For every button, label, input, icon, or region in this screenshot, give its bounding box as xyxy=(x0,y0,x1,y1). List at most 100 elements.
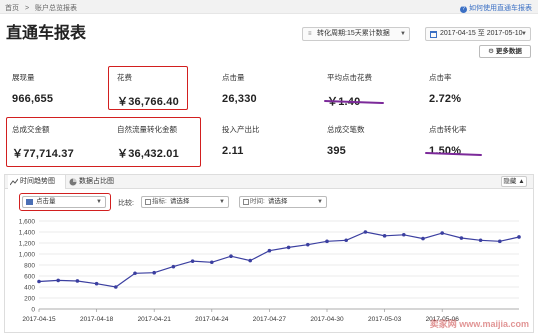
help-link[interactable]: ? 如何使用直通车报表 xyxy=(460,3,532,13)
metric-value: 395 xyxy=(327,145,346,157)
metric-value: ￥36,766.40 xyxy=(117,96,179,108)
trend-line-chart: 0 200 400 600 800 1,000 1,200 1,400 1,600 2017-04… xyxy=(19,219,521,323)
compare-index-key: 指标: xyxy=(152,198,167,205)
metric-label: 点击率 xyxy=(429,73,452,82)
metric-label: 平均点击花费 xyxy=(327,73,372,82)
data-point xyxy=(363,230,368,234)
metric-value: 2.11 xyxy=(222,145,244,157)
checkbox-icon xyxy=(145,199,151,205)
y-tick-label: 800 xyxy=(24,263,35,270)
data-point xyxy=(210,260,214,265)
x-tick-label: 2017-04-24 xyxy=(195,316,229,323)
more-data-button[interactable]: ⚙ 更多数据 xyxy=(479,45,531,58)
x-tick-label: 2017-04-21 xyxy=(138,316,172,323)
date-range-value: 2017-04-15 至 2017-05-10 xyxy=(440,30,523,37)
series-line xyxy=(38,231,520,288)
data-point xyxy=(402,232,406,237)
calendar-icon xyxy=(430,31,437,38)
chevron-down-icon: ▼ xyxy=(317,199,323,205)
chevron-down-icon: ▼ xyxy=(96,199,102,205)
breadcrumb-separator: > xyxy=(24,5,30,12)
metric-label: 点击转化率 xyxy=(429,125,467,134)
metric-clicks[interactable]: 点击量 26,330 xyxy=(222,72,257,105)
compare-time-key: 时间: xyxy=(250,198,265,205)
metric-total-gmv[interactable]: 总成交金额 ￥77,714.37 xyxy=(12,124,74,161)
metric-label: 总成交金额 xyxy=(12,125,50,134)
data-point xyxy=(94,281,99,286)
metric-label: 花费 xyxy=(117,73,132,82)
data-point xyxy=(421,236,425,241)
metric-select[interactable]: 点击量 ▼ xyxy=(22,196,106,208)
data-point xyxy=(114,285,118,289)
hide-chart-label: 隐藏 xyxy=(503,178,517,185)
data-point xyxy=(498,239,502,244)
page-title: 直通车报表 xyxy=(6,25,87,42)
metric-value: ￥77,714.37 xyxy=(12,148,74,160)
x-tick-label: 2017-04-27 xyxy=(253,316,287,323)
list-icon: ≡ xyxy=(308,31,312,37)
data-point xyxy=(248,258,252,263)
chevron-down-icon: ▼ xyxy=(219,199,225,205)
metric-select-value: 点击量 xyxy=(36,198,56,205)
metric-total-orders[interactable]: 总成交笔数 395 xyxy=(327,124,365,157)
compare-time-select[interactable]: 时间: 请选择 ▼ xyxy=(239,196,327,208)
compare-label: 比较: xyxy=(118,200,134,207)
compare-index-select[interactable]: 指标: 请选择 ▼ xyxy=(141,196,229,208)
chevron-down-icon: ▼ xyxy=(521,31,527,37)
data-point xyxy=(37,279,41,284)
metric-value: ￥36,432.01 xyxy=(117,148,179,160)
tab-data-share-label: 数据占比图 xyxy=(79,178,114,185)
conversion-cycle-value: 转化周期:15天累计数据 xyxy=(317,30,390,37)
y-tick-label: 1,200 xyxy=(19,241,36,248)
metric-label: 投入产出比 xyxy=(222,125,260,134)
checkbox-icon xyxy=(243,199,249,205)
metric-value: 2.72% xyxy=(429,93,462,105)
metric-value: 966,655 xyxy=(12,93,54,105)
metric-organic-gmv[interactable]: 自然流量转化金额 ￥36,432.01 xyxy=(117,124,179,161)
chevron-up-icon: ▲ xyxy=(518,178,525,185)
x-tick-label: 2017-04-30 xyxy=(310,316,344,323)
metric-roi[interactable]: 投入产出比 2.11 xyxy=(222,124,260,157)
gear-icon: ⚙ xyxy=(488,48,494,55)
breadcrumb-home[interactable]: 首页 xyxy=(5,5,19,12)
metric-impressions[interactable]: 展现量 966,655 xyxy=(12,72,53,105)
pie-chart-icon xyxy=(69,178,77,186)
metric-ctr[interactable]: 点击率 2.72% xyxy=(429,72,461,105)
data-point xyxy=(325,239,329,244)
y-tick-label: 1,600 xyxy=(19,219,36,226)
x-tick-label: 2017-04-15 xyxy=(22,316,56,323)
data-point xyxy=(190,259,195,263)
tab-time-trend[interactable]: 时间趋势图 xyxy=(8,175,66,189)
data-point xyxy=(306,242,310,247)
y-tick-label: 0 xyxy=(31,307,35,314)
hide-chart-button[interactable]: 隐藏 ▲ xyxy=(501,176,527,187)
series-color-swatch xyxy=(26,199,33,205)
data-point xyxy=(56,278,60,283)
watermark: 卖家网 www.maijia.com xyxy=(429,319,529,329)
data-point xyxy=(229,254,233,258)
breadcrumb: 首页 > 账户总览报表 xyxy=(5,3,81,13)
x-tick-label: 2017-04-18 xyxy=(80,316,114,323)
data-point xyxy=(286,245,291,250)
metric-label: 总成交笔数 xyxy=(327,125,365,134)
metric-label: 自然流量转化金额 xyxy=(117,125,177,134)
y-tick-label: 1,400 xyxy=(19,230,36,237)
chart-panel: 时间趋势图 数据占比图 隐藏 ▲ 点击量 ▼ 比较: 指标: 请选择 ▼ 时间: 请… xyxy=(4,174,534,333)
tab-data-share[interactable]: 数据占比图 xyxy=(67,175,123,189)
y-tick-label: 600 xyxy=(24,274,35,281)
conversion-cycle-select[interactable]: ≡ 转化周期:15天累计数据 ▼ xyxy=(302,27,410,41)
data-point xyxy=(133,271,137,276)
date-range-picker[interactable]: 2017-04-15 至 2017-05-10 ▼ xyxy=(425,27,531,41)
data-point xyxy=(382,234,387,238)
metric-cost[interactable]: 花费 ￥36,766.40 xyxy=(117,72,179,109)
compare-index-value: 请选择 xyxy=(169,198,190,205)
line-chart-icon xyxy=(10,178,18,186)
metric-avg-cpc[interactable]: 平均点击花费 ￥1.40 xyxy=(327,72,372,109)
y-tick-label: 200 xyxy=(24,296,35,303)
metric-label: 点击量 xyxy=(222,73,245,82)
more-data-label: 更多数据 xyxy=(495,48,522,55)
data-point xyxy=(344,238,349,243)
data-point xyxy=(478,238,483,243)
help-icon: ? xyxy=(460,6,467,13)
help-link-text: 如何使用直通车报表 xyxy=(469,5,532,12)
